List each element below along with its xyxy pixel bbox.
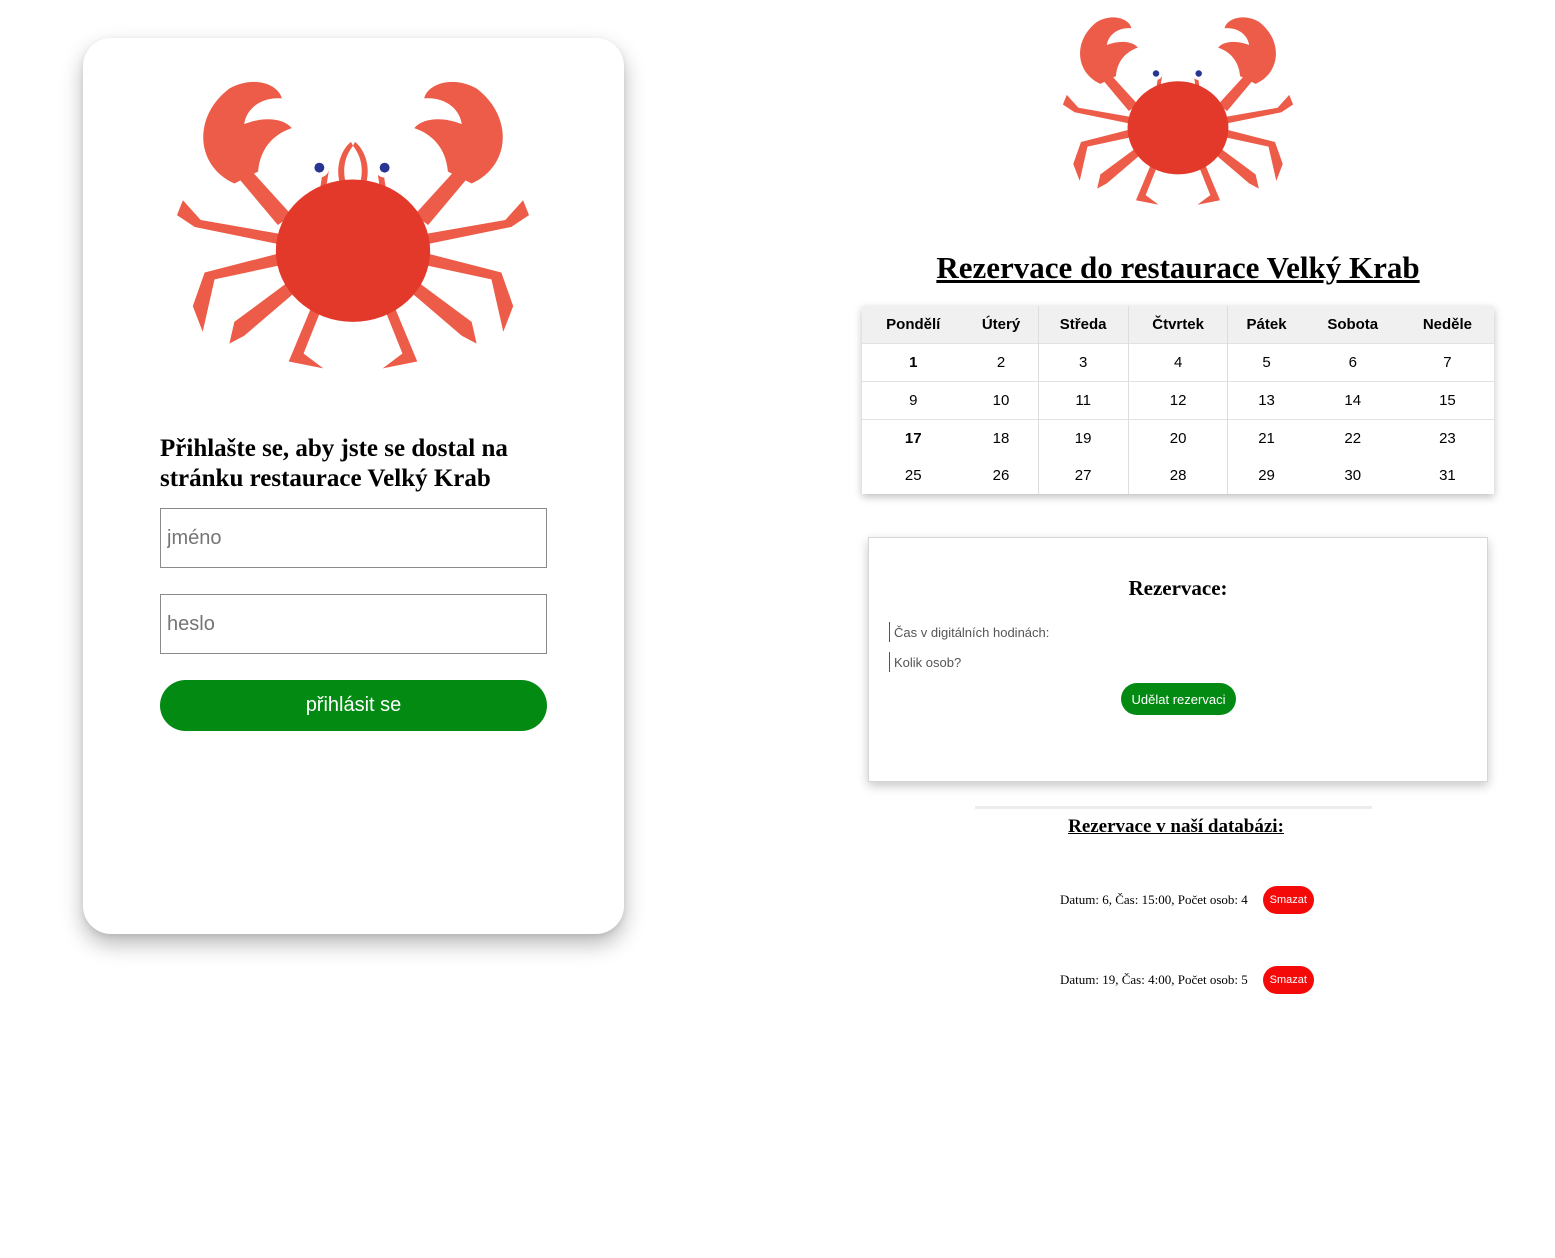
calendar-header-row: Pondělí Úterý Středa Čtvrtek Pátek Sobot… (862, 306, 1494, 344)
calendar-header: Čtvrtek (1127, 306, 1228, 344)
divider (975, 806, 1372, 809)
calendar-day[interactable]: 28 (1127, 457, 1228, 494)
crab-body (275, 179, 431, 322)
calendar-day[interactable]: 15 (1400, 381, 1494, 420)
delete-button[interactable]: Smazat (1262, 886, 1314, 914)
calendar-day[interactable]: 3 (1037, 343, 1129, 382)
calendar-table: Pondělí Úterý Středa Čtvrtek Pátek Sobot… (862, 306, 1494, 494)
calendar-row: 9 10 11 12 13 14 15 (862, 381, 1494, 420)
calendar-day[interactable]: 7 (1400, 343, 1494, 382)
reservation-entry-text: Datum: 6, Čas: 15:00, Počet osob: 4 (1060, 892, 1248, 907)
calendar-day[interactable]: 26 (965, 457, 1039, 494)
calendar-day[interactable]: 13 (1227, 381, 1305, 420)
calendar-day[interactable]: 19 (1037, 419, 1129, 457)
calendar-day[interactable]: 12 (1127, 381, 1228, 420)
calendar-row: 17 18 19 20 21 22 23 (862, 419, 1494, 457)
calendar-day[interactable]: 27 (1037, 457, 1129, 494)
calendar-day[interactable]: 4 (1127, 343, 1228, 382)
login-heading: Přihlašte se, aby jste se dostal na strá… (160, 435, 508, 492)
calendar-header: Středa (1037, 306, 1129, 344)
calendar-day[interactable]: 10 (964, 381, 1039, 420)
crab-icon (176, 81, 530, 369)
password-input[interactable] (160, 594, 547, 654)
database-heading: Rezervace v naší databázi: (1068, 816, 1284, 837)
make-reservation-button[interactable]: Udělat rezervaci (1121, 683, 1236, 715)
reservation-entry-text: Datum: 19, Čas: 4:00, Počet osob: 5 (1060, 972, 1248, 987)
calendar-header: Úterý (964, 306, 1039, 344)
login-button[interactable]: přihlásit se (160, 680, 547, 731)
calendar-day[interactable]: 2 (964, 343, 1039, 382)
guest-count-input[interactable] (889, 652, 1094, 672)
login-card: Přihlašte se, aby jste se dostal na strá… (83, 38, 624, 934)
calendar-header: Sobota (1304, 306, 1401, 344)
calendar-day[interactable]: 29 (1227, 457, 1305, 494)
right-arm (414, 171, 470, 225)
left-claw (203, 81, 292, 184)
reservation-heading: Rezervace: (1128, 576, 1228, 600)
reservation-entry: Datum: 19, Čas: 4:00, Počet osob: 5 Smaz… (1060, 966, 1314, 994)
calendar-day[interactable]: 17 (862, 419, 965, 457)
calendar-day[interactable]: 14 (1304, 381, 1401, 420)
left-arm (236, 171, 292, 225)
delete-button[interactable]: Smazat (1262, 966, 1314, 994)
calendar-day[interactable]: 5 (1227, 343, 1305, 382)
calendar-day[interactable]: 6 (1304, 343, 1401, 382)
calendar-day[interactable]: 25 (862, 457, 965, 494)
calendar-day[interactable]: 23 (1400, 419, 1494, 457)
calendar-day[interactable]: 21 (1227, 419, 1305, 457)
calendar-day[interactable]: 18 (964, 419, 1039, 457)
crab-icon (1062, 17, 1294, 205)
name-input[interactable] (160, 508, 547, 568)
right-pupil (379, 162, 390, 173)
calendar-row: 1 2 3 4 5 6 7 (862, 343, 1494, 382)
calendar-day[interactable]: 9 (862, 381, 965, 420)
calendar-row: 25 26 27 28 29 30 31 (862, 457, 1494, 494)
page-title: Rezervace do restaurace Velký Krab (936, 250, 1420, 285)
time-input[interactable] (889, 622, 1094, 642)
left-pupil (314, 162, 325, 173)
calendar-day[interactable]: 11 (1037, 381, 1129, 420)
calendar-header: Neděle (1400, 306, 1494, 344)
calendar-day[interactable]: 20 (1127, 419, 1228, 457)
calendar-header: Pátek (1227, 306, 1305, 344)
calendar-header: Pondělí (862, 306, 965, 344)
reservation-form: Rezervace: Udělat rezervaci (868, 537, 1488, 782)
calendar-day[interactable]: 22 (1304, 419, 1401, 457)
calendar-day[interactable]: 30 (1305, 457, 1401, 494)
reservation-entry: Datum: 6, Čas: 15:00, Počet osob: 4 Smaz… (1060, 886, 1314, 914)
calendar-day[interactable]: 1 (862, 343, 965, 382)
calendar-day[interactable]: 31 (1401, 457, 1494, 494)
right-claw (414, 81, 503, 184)
